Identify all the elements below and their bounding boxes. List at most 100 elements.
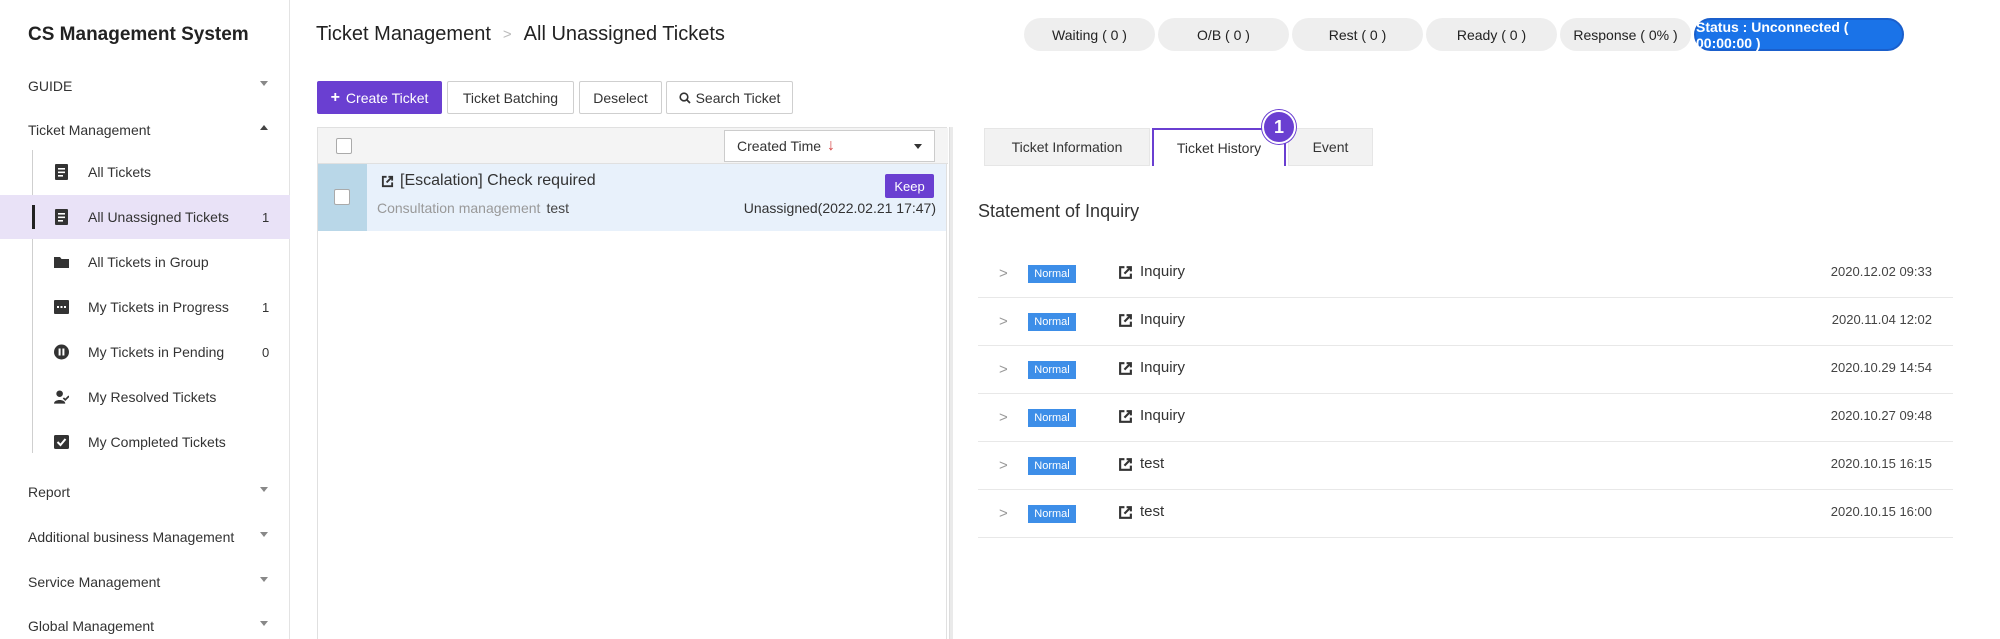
history-row[interactable]: > Normal Inquiry 2020.12.02 09:33: [978, 250, 1953, 298]
chevron-right-icon[interactable]: >: [999, 313, 1008, 330]
history-label[interactable]: Inquiry: [1140, 407, 1185, 424]
chevron-up-icon: [260, 125, 268, 130]
plus-icon: +: [330, 88, 340, 106]
nav-additional-business-management[interactable]: Additional business Management: [0, 517, 290, 557]
external-link-icon: [1119, 458, 1132, 471]
chat-icon: [54, 300, 69, 314]
status-badge: Normal: [1028, 313, 1076, 331]
history-label[interactable]: test: [1140, 503, 1164, 520]
sidebar-item-label: My Tickets in Pending: [88, 344, 225, 360]
create-ticket-button[interactable]: + Create Ticket: [317, 81, 442, 114]
history-label[interactable]: Inquiry: [1140, 359, 1185, 376]
chevron-right-icon[interactable]: >: [999, 505, 1008, 522]
deselect-button[interactable]: Deselect: [579, 81, 662, 114]
status-response[interactable]: Response ( 0% ): [1560, 18, 1691, 51]
active-indicator: [32, 205, 35, 229]
breadcrumb-parent[interactable]: Ticket Management: [316, 23, 491, 46]
external-link-icon: [1119, 410, 1132, 423]
external-link-icon: [381, 175, 394, 187]
status-waiting[interactable]: Waiting ( 0 ): [1024, 18, 1155, 51]
document-icon: [55, 164, 68, 180]
history-row[interactable]: > Normal Inquiry 2020.10.29 14:54: [978, 346, 1953, 394]
chevron-down-icon: [260, 621, 268, 626]
history-date: 2020.10.15 16:00: [1830, 504, 1932, 519]
sidebar-item-label: My Completed Tickets: [88, 434, 226, 450]
nav-global-management[interactable]: Global Management: [0, 606, 290, 639]
chevron-right-icon[interactable]: >: [999, 361, 1008, 378]
nav-ticket-management[interactable]: Ticket Management: [0, 110, 290, 150]
status-ob[interactable]: O/B ( 0 ): [1158, 18, 1289, 51]
external-link-icon: [1119, 266, 1132, 279]
chevron-down-icon: [260, 532, 268, 537]
tab-event[interactable]: Event: [1288, 128, 1373, 166]
search-ticket-button[interactable]: Search Ticket: [666, 81, 793, 114]
sort-direction-icon: ↓: [827, 137, 836, 154]
ticket-title[interactable]: [Escalation] Check required: [381, 172, 596, 190]
document-icon: [55, 209, 68, 225]
external-link-icon: [1119, 362, 1132, 375]
chevron-right-icon[interactable]: >: [999, 409, 1008, 426]
nav-service-management[interactable]: Service Management: [0, 562, 290, 602]
history-label[interactable]: Inquiry: [1140, 263, 1185, 280]
history-row[interactable]: > Normal Inquiry 2020.11.04 12:02: [978, 298, 1953, 346]
history-row[interactable]: > Normal test 2020.10.15 16:00: [978, 490, 1953, 538]
external-link-icon: [1119, 506, 1132, 519]
checkbox-icon: [54, 435, 69, 449]
panel-splitter[interactable]: [949, 127, 953, 639]
sidebar-item-my-tickets-in-progress[interactable]: My Tickets in Progress 1: [0, 285, 290, 329]
history-row[interactable]: > Normal test 2020.10.15 16:15: [978, 442, 1953, 490]
count-badge: 0: [262, 344, 270, 360]
create-ticket-label: Create Ticket: [345, 89, 429, 106]
ticket-meta: Consultation management test: [377, 200, 569, 216]
count-badge: 1: [262, 299, 270, 315]
tab-ticket-information[interactable]: Ticket Information: [984, 128, 1150, 166]
step-marker: 1: [1262, 110, 1296, 144]
folder-icon: [54, 257, 69, 268]
sidebar-item-my-tickets-in-pending[interactable]: My Tickets in Pending 0: [0, 330, 290, 374]
select-all-checkbox[interactable]: [336, 138, 352, 154]
status-badge: Normal: [1028, 265, 1076, 283]
sidebar: CS Management System GUIDE Ticket Manage…: [0, 0, 290, 639]
chevron-down-icon: [260, 487, 268, 492]
sidebar-item-all-tickets-in-group[interactable]: All Tickets in Group: [0, 240, 290, 284]
status-ready[interactable]: Ready ( 0 ): [1426, 18, 1557, 51]
chevron-down-icon: [260, 81, 268, 86]
sidebar-item-all-unassigned-tickets[interactable]: All Unassigned Tickets 1: [0, 195, 290, 239]
chevron-right-icon[interactable]: >: [999, 457, 1008, 474]
nav-report[interactable]: Report: [0, 472, 290, 512]
sidebar-item-label: All Tickets in Group: [88, 254, 209, 270]
count-badge: 1: [262, 209, 270, 225]
section-title: Statement of Inquiry: [978, 201, 1140, 221]
sort-select[interactable]: Created Time ↓: [724, 130, 935, 162]
keep-badge: Keep: [885, 174, 934, 198]
sidebar-item-my-resolved-tickets[interactable]: My Resolved Tickets: [0, 375, 290, 419]
history-label[interactable]: test: [1140, 455, 1164, 472]
status-rest[interactable]: Rest ( 0 ): [1292, 18, 1423, 51]
sort-label: Created Time: [737, 138, 822, 154]
history-date: 2020.12.02 09:33: [1830, 264, 1932, 279]
sidebar-item-all-tickets[interactable]: All Tickets: [0, 150, 290, 194]
sidebar-item-label: My Tickets in Progress: [88, 299, 229, 315]
status-badge: Normal: [1028, 361, 1076, 379]
nav-section-label: Global Management: [28, 618, 155, 634]
sidebar-item-my-completed-tickets[interactable]: My Completed Tickets: [0, 420, 290, 464]
history-date: 2020.10.29 14:54: [1830, 360, 1932, 375]
app-title: CS Management System: [28, 24, 249, 45]
ticket-checkbox[interactable]: [334, 189, 350, 205]
ticket-row[interactable]: [Escalation] Check required Consultation…: [318, 164, 946, 231]
history-row[interactable]: > Normal Inquiry 2020.10.27 09:48: [978, 394, 1953, 442]
history-date: 2020.11.04 12:02: [1831, 312, 1932, 327]
sidebar-item-label: All Unassigned Tickets: [88, 209, 229, 225]
ticket-list-panel: Created Time ↓ [Escalation] Check requir…: [317, 127, 948, 639]
nav-section-label: Service Management: [28, 574, 161, 590]
nav-guide[interactable]: GUIDE: [0, 66, 290, 106]
history-label[interactable]: Inquiry: [1140, 311, 1185, 328]
search-ticket-label: Search Ticket: [695, 89, 781, 106]
page-title: All Unassigned Tickets: [523, 23, 725, 45]
user-check-icon: [54, 390, 69, 404]
chevron-down-icon: [260, 577, 268, 582]
status-connection[interactable]: Status : Unconnected ( 00:00:00 ): [1694, 18, 1904, 51]
ticket-batching-button[interactable]: Ticket Batching: [447, 81, 574, 114]
pause-icon: [54, 344, 69, 360]
chevron-right-icon[interactable]: >: [999, 265, 1008, 282]
